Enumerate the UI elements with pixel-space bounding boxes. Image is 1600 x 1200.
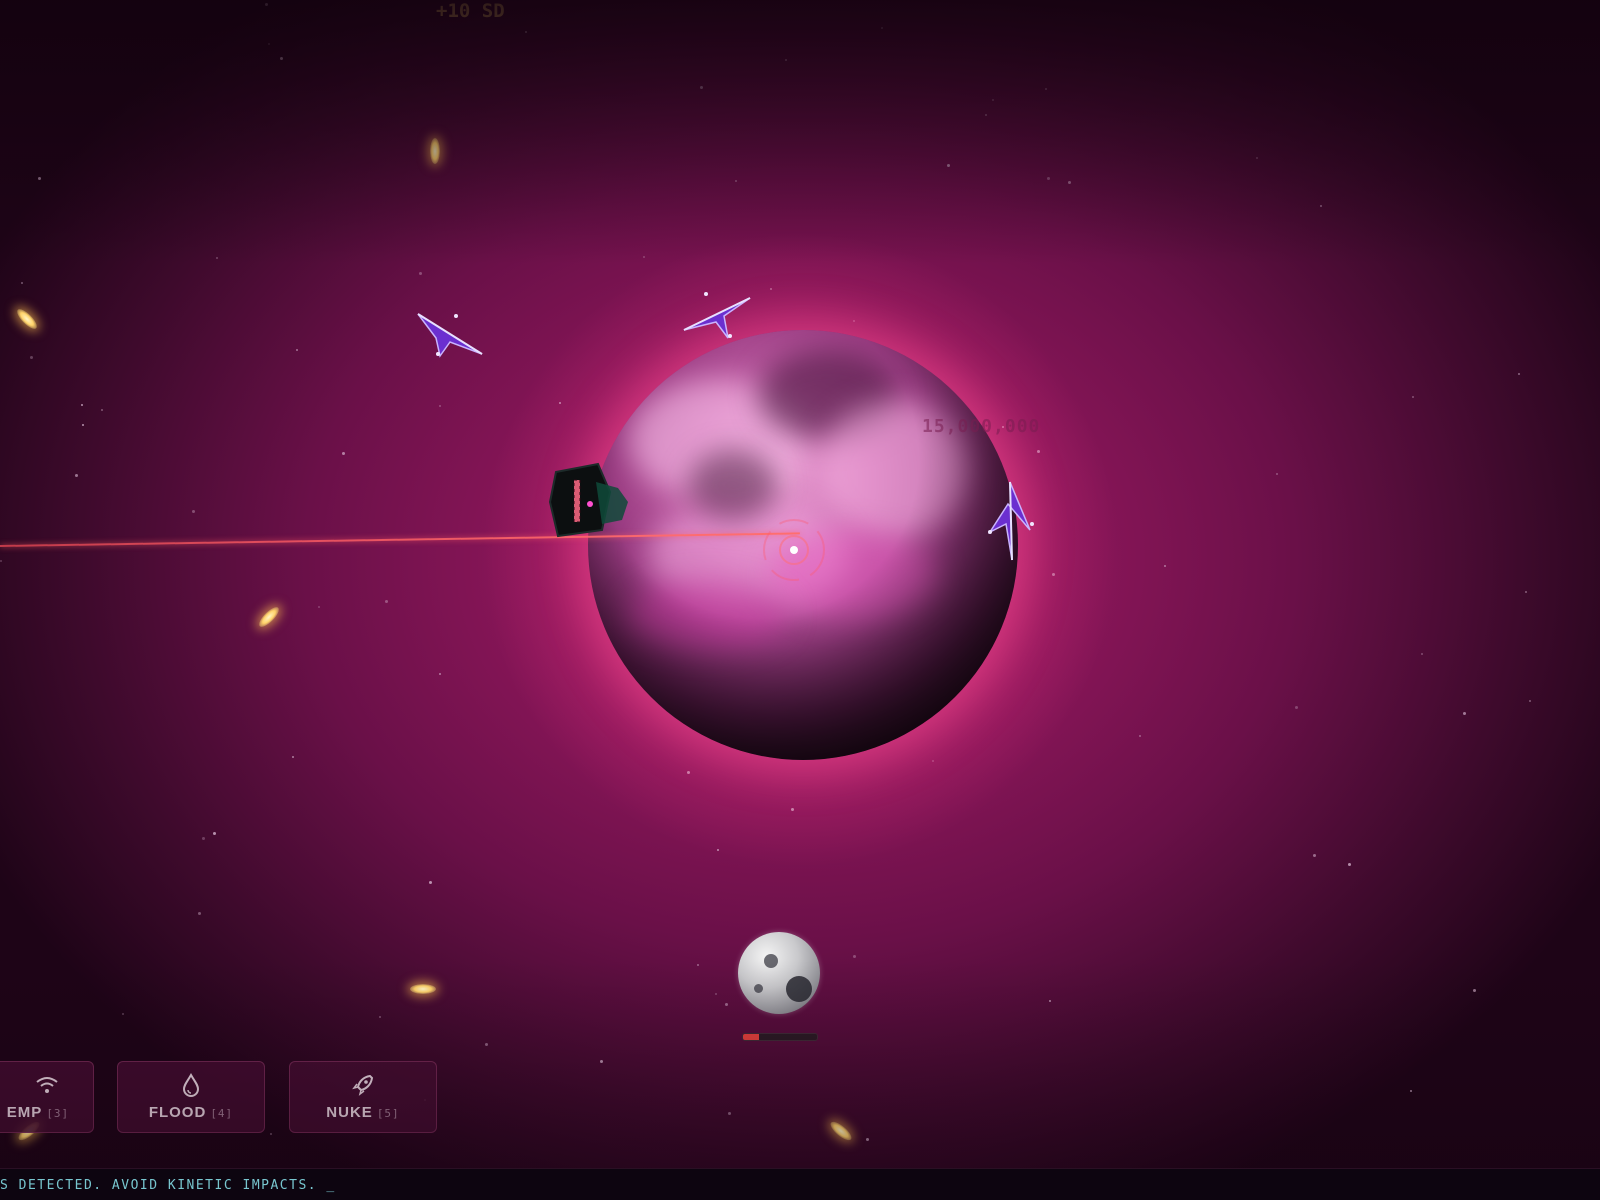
star [202,837,205,840]
star [1295,706,1298,709]
star [735,180,737,182]
star [318,606,320,608]
star [728,1112,731,1115]
star [192,510,195,513]
ability-nuke-button[interactable]: NUKE [5] [289,1061,437,1133]
star [0,560,2,562]
moon-health-fill [743,1034,760,1040]
game-viewport[interactable]: 15,000,000 +10 SD EMP [3] FLOOD [4] NUKE… [0,0,1600,1200]
kinetic-projectile [827,1118,855,1144]
star [82,424,84,426]
star [715,993,717,995]
star [292,756,294,758]
status-message: S DETECTED. AVOID KINETIC IMPACTS. _ [0,1178,336,1193]
moon[interactable] [738,932,820,1014]
ability-nuke-label: NUKE [326,1104,373,1121]
fighter-ship[interactable] [986,480,1036,562]
star [1473,989,1476,992]
rocket-icon [352,1074,374,1096]
star [700,86,703,89]
star [785,59,787,61]
star [866,1138,869,1141]
star [101,409,103,411]
star [385,600,388,603]
star [697,964,699,966]
star [1047,177,1050,180]
star [1049,1000,1051,1002]
star [1164,565,1166,567]
star [265,3,268,6]
star [419,272,422,275]
star [75,474,78,477]
star [1412,396,1414,398]
ability-emp-key: [3] [46,1107,70,1120]
star [853,955,856,958]
star [270,1133,272,1135]
star [1139,735,1141,737]
ability-flood-button[interactable]: FLOOD [4] [117,1061,265,1133]
star [38,177,41,180]
star [1068,181,1071,184]
fighter-ship[interactable] [416,308,486,360]
star [1320,205,1322,207]
droplet-icon [182,1072,200,1097]
wifi-icon [36,1077,58,1093]
ability-emp-button[interactable]: EMP [3] [0,1061,94,1133]
star [485,1043,488,1046]
star [216,257,218,259]
star [1463,712,1466,715]
star [1276,473,1278,475]
star [213,832,216,835]
kinetic-projectile [430,138,440,164]
kinetic-projectile [410,984,436,994]
star [296,349,298,351]
star [1256,157,1258,159]
star [30,356,33,359]
star [280,57,283,60]
fighter-ship[interactable] [680,288,752,344]
star [1045,88,1047,90]
star [881,27,883,29]
star [643,256,645,258]
star [21,282,23,284]
star [81,404,83,406]
targeting-reticle [763,519,825,581]
star [985,114,987,116]
kinetic-projectile [14,306,40,332]
star [525,31,527,33]
star [1410,1090,1412,1092]
star [1348,863,1351,866]
star [1518,373,1520,375]
star [439,673,441,675]
ability-emp-label: EMP [6,1104,43,1121]
star [198,912,201,915]
score-gain-popup: +10 SD [436,0,505,22]
star [947,164,950,167]
star [1313,854,1316,857]
star [1525,591,1527,593]
ability-flood-label: FLOOD [148,1104,207,1121]
ability-flood-key: [4] [210,1107,234,1120]
star [122,1013,124,1015]
star [342,452,345,455]
star [992,99,994,101]
star [439,405,441,407]
planet-population-label: 15,000,000 [922,416,1041,437]
star [725,1003,728,1006]
status-bar: S DETECTED. AVOID KINETIC IMPACTS. _ [0,1168,1600,1200]
defense-station[interactable] [548,462,632,538]
star [1421,653,1423,655]
ability-nuke-key: [5] [376,1107,400,1120]
star [600,1060,603,1063]
star [379,1016,381,1018]
kinetic-projectile [256,604,282,630]
star [429,881,432,884]
moon-health-bar [742,1033,818,1041]
star [1529,700,1531,702]
star [268,43,270,45]
